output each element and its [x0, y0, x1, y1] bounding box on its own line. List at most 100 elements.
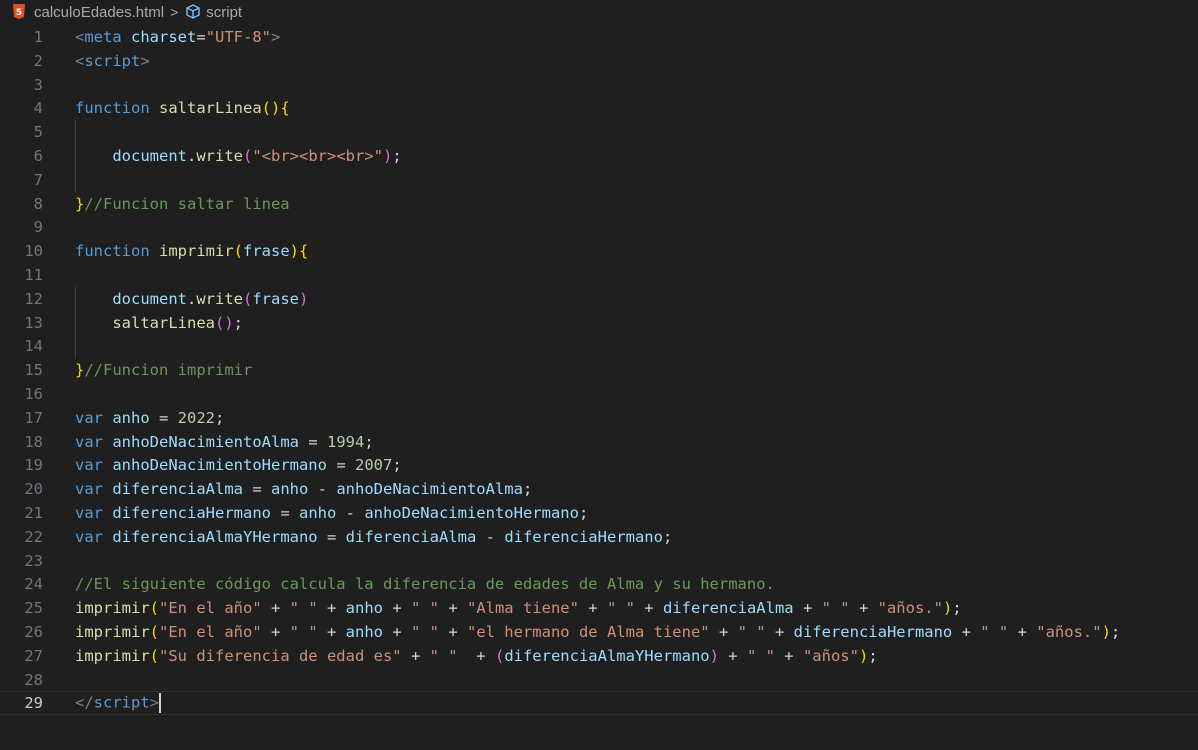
code-text: <meta charset="UTF-8">	[75, 28, 280, 46]
code-line[interactable]: 9	[0, 215, 1198, 239]
code-token: var	[75, 480, 103, 499]
code-line[interactable]: 6 document.write("<br><br><br>");	[0, 144, 1198, 168]
code-token: +	[457, 646, 495, 665]
code-token: +	[578, 599, 607, 618]
code-editor[interactable]: 1 <meta charset="UTF-8"> 2 <script> 3 4 functi…	[0, 25, 1198, 750]
code-line[interactable]: 5	[0, 120, 1198, 144]
code-line[interactable]: 11	[0, 263, 1198, 287]
code-token: anho	[298, 504, 337, 522]
code-line[interactable]: 29 </script>	[0, 691, 1198, 716]
code-token: var	[75, 456, 103, 475]
code-line[interactable]: 24 //El siguiente código calcula la difer…	[0, 572, 1198, 596]
code-line[interactable]: 20 var diferenciaAlma = anho - anhoDeNaci…	[0, 477, 1198, 501]
code-token: "años."	[877, 599, 943, 618]
code-token: write	[196, 147, 243, 165]
code-token: +	[438, 599, 467, 618]
code-token: script	[93, 693, 150, 712]
line-number: 14	[24, 337, 43, 356]
code-line[interactable]: 8}//Funcion saltar linea	[0, 192, 1198, 216]
code-token: )	[289, 242, 300, 261]
code-line[interactable]: 23	[0, 549, 1198, 573]
code-text: saltarLinea();	[75, 314, 243, 332]
code-token: +	[382, 623, 411, 641]
code-line[interactable]: 17 var anho = 2022;	[0, 406, 1198, 430]
code-token: anho	[345, 623, 383, 641]
code-token: {	[280, 99, 290, 118]
code-line[interactable]: 10 function imprimir(frase){	[0, 239, 1198, 263]
line-number: 2	[33, 51, 43, 70]
code-token: ;	[662, 527, 673, 546]
code-line[interactable]: 27 imprimir("Su diferencia de edad es" + …	[0, 644, 1198, 668]
code-token: "el hermano de Alma tiene"	[466, 623, 710, 641]
code-token: >	[271, 28, 281, 46]
code-line[interactable]: 22 var diferenciaAlmaYHermano = diferenci…	[0, 525, 1198, 549]
code-token: (	[149, 599, 159, 618]
code-token: ;	[215, 408, 225, 427]
code-line[interactable]: 16	[0, 382, 1198, 406]
code-token: =	[270, 504, 299, 522]
breadcrumb-symbol[interactable]: script	[206, 4, 242, 21]
code-line[interactable]: 21 var diferenciaHermano = anho - anhoDeN…	[0, 501, 1198, 525]
code-token: +	[634, 599, 663, 618]
code-line[interactable]: 3	[0, 73, 1198, 97]
code-token: 1994	[326, 432, 365, 451]
code-token: .	[186, 289, 197, 308]
code-token: " "	[980, 623, 1009, 641]
breadcrumb-file[interactable]: calculoEdades.html	[34, 4, 164, 21]
code-token: )	[383, 147, 393, 165]
code-token: }	[75, 361, 85, 380]
code-line[interactable]: 7	[0, 168, 1198, 192]
code-text: function imprimir(frase){	[75, 242, 308, 260]
code-token: ;	[392, 147, 402, 165]
code-token: -	[476, 527, 505, 546]
code-line[interactable]: 15}//Funcion imprimir	[0, 358, 1198, 382]
text-cursor	[159, 693, 162, 714]
code-line[interactable]: 13 saltarLinea();	[0, 311, 1198, 335]
code-token: =	[196, 28, 206, 46]
cube-icon	[184, 3, 202, 21]
code-token: )	[942, 599, 953, 618]
code-token: " "	[410, 599, 439, 618]
code-line[interactable]: 2 <script>	[0, 49, 1198, 73]
code-token: diferenciaHermano	[112, 504, 271, 522]
code-token: (	[243, 147, 253, 165]
code-token: +	[952, 623, 981, 641]
code-line[interactable]: 1 <meta charset="UTF-8">	[0, 25, 1198, 49]
code-line[interactable]: 19 var anhoDeNacimientoHermano = 2007;	[0, 453, 1198, 477]
code-token: +	[261, 623, 290, 641]
code-token: "<br><br><br>"	[252, 147, 383, 165]
code-token: )	[709, 646, 719, 665]
code-token: " "	[289, 599, 318, 618]
code-token: " "	[746, 646, 775, 665]
code-token: (	[149, 623, 159, 641]
code-line[interactable]: 12 document.write(frase)	[0, 287, 1198, 311]
code-token: (	[233, 242, 243, 261]
code-line[interactable]: 18 var anhoDeNacimientoAlma = 1994;	[0, 430, 1198, 454]
code-line[interactable]: 14	[0, 334, 1198, 358]
code-token: anhoDeNacimientoAlma	[336, 480, 523, 499]
code-line[interactable]: 4 function saltarLinea(){	[0, 96, 1198, 120]
code-token: " "	[737, 623, 766, 641]
code-token: "UTF-8"	[205, 28, 272, 46]
code-token: " "	[289, 623, 318, 641]
code-token: ;	[233, 313, 243, 332]
code-token: >	[140, 51, 150, 70]
code-line[interactable]: 25 imprimir("En el año" + " " + anho + " …	[0, 596, 1198, 620]
code-text: var diferenciaHermano = anho - anhoDeNac…	[75, 504, 588, 522]
line-number: 6	[33, 147, 43, 165]
code-token: frase	[252, 289, 300, 308]
code-text: }//Funcion imprimir	[75, 361, 252, 379]
code-token: </	[75, 693, 94, 712]
code-token: .	[186, 147, 197, 165]
code-line[interactable]: 26 imprimir("En el año" + " " + anho + " …	[0, 620, 1198, 644]
code-text: function saltarLinea(){	[75, 99, 290, 117]
code-line[interactable]: 28	[0, 668, 1198, 692]
code-token: //Funcion saltar linea	[84, 194, 290, 213]
code-token: imprimir	[75, 646, 150, 665]
